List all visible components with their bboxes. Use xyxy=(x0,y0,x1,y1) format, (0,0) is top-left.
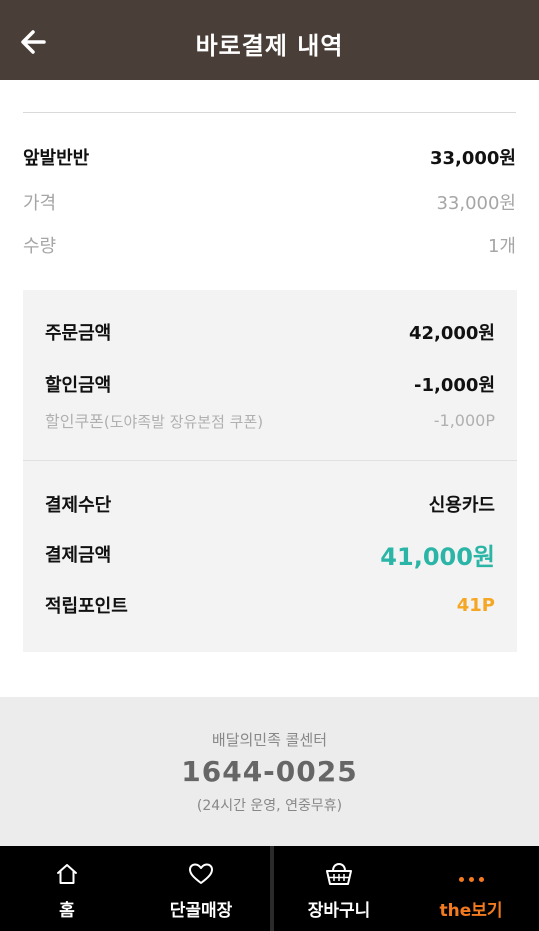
menu-item-row: 앞발반반 33,000원 xyxy=(23,142,516,172)
order-amount-row: 주문금액 42,000원 xyxy=(45,317,495,347)
home-icon xyxy=(0,861,134,887)
price-value: 33,000원 xyxy=(436,193,516,214)
tab-cart[interactable]: 장바구니 xyxy=(270,846,404,931)
tab-home[interactable]: 홈 xyxy=(0,846,134,931)
payment-method-row: 결제수단 신용카드 xyxy=(45,489,495,519)
quantity-row: 수량 1개 xyxy=(23,230,516,260)
menu-item-total: 33,000원 xyxy=(429,148,516,169)
order-amount-label: 주문금액 xyxy=(45,323,112,344)
quantity-value: 1개 xyxy=(487,236,516,257)
divider xyxy=(23,460,517,461)
payment-amount-value: 41,000원 xyxy=(380,542,495,571)
callcenter-hours: (24시간 운영, 연중무휴) xyxy=(196,798,343,814)
divider xyxy=(23,112,516,113)
tab-home-label: 홈 xyxy=(59,901,75,921)
payment-amount-label: 결제금액 xyxy=(45,545,112,566)
tab-more[interactable]: the보기 xyxy=(404,846,538,931)
price-row: 가격 33,000원 xyxy=(23,187,516,217)
tab-more-label: the보기 xyxy=(439,901,503,921)
payment-method-label: 결제수단 xyxy=(45,495,112,516)
basket-icon xyxy=(274,861,404,887)
coupon-label-group: 할인쿠폰(도야족발 장유본점 쿠폰) xyxy=(45,408,263,432)
callcenter-label: 배달의민족 콜센터 xyxy=(211,731,328,749)
payment-amount-row: 결제금액 41,000원 xyxy=(45,539,495,571)
payment-summary: 주문금액 42,000원 할인금액 -1,000원 할인쿠폰(도야족발 장유본점… xyxy=(23,290,517,652)
tab-favorites[interactable]: 단골매장 xyxy=(134,846,268,931)
order-detail: 앞발반반 33,000원 가격 33,000원 수량 1개 주문금액 42,00… xyxy=(0,80,539,697)
callcenter-number[interactable]: 1644-0025 xyxy=(0,755,539,788)
app-header: 바로결제 내역 xyxy=(0,0,539,80)
coupon-value: -1,000P xyxy=(433,410,495,430)
coupon-row: 할인쿠폰(도야족발 장유본점 쿠폰) -1,000P xyxy=(45,405,495,435)
heart-icon xyxy=(134,861,268,887)
bottom-tab-bar: 홈 단골매장 장바구니 the보기 xyxy=(0,846,539,931)
discount-label: 할인금액 xyxy=(45,375,112,396)
reward-point-label: 적립포인트 xyxy=(45,596,128,617)
quantity-label: 수량 xyxy=(23,236,57,257)
reward-point-row: 적립포인트 41P xyxy=(45,590,495,620)
tab-favorites-label: 단골매장 xyxy=(169,901,233,921)
coupon-label: 할인쿠폰 xyxy=(45,412,104,431)
order-amount-value: 42,000원 xyxy=(408,323,495,344)
tab-cart-label: 장바구니 xyxy=(307,901,371,921)
more-dots-icon xyxy=(404,861,538,887)
page-title: 바로결제 내역 xyxy=(195,32,344,60)
payment-method-value: 신용카드 xyxy=(428,495,495,516)
price-label: 가격 xyxy=(23,193,57,214)
callcenter-section: 배달의민족 콜센터 1644-0025 (24시간 운영, 연중무휴) xyxy=(0,697,539,846)
discount-value: -1,000원 xyxy=(414,375,495,396)
discount-row: 할인금액 -1,000원 xyxy=(45,369,495,399)
reward-point-value: 41P xyxy=(456,594,495,616)
coupon-detail: (도야족발 장유본점 쿠폰) xyxy=(103,413,264,431)
menu-item-name: 앞발반반 xyxy=(23,148,90,169)
